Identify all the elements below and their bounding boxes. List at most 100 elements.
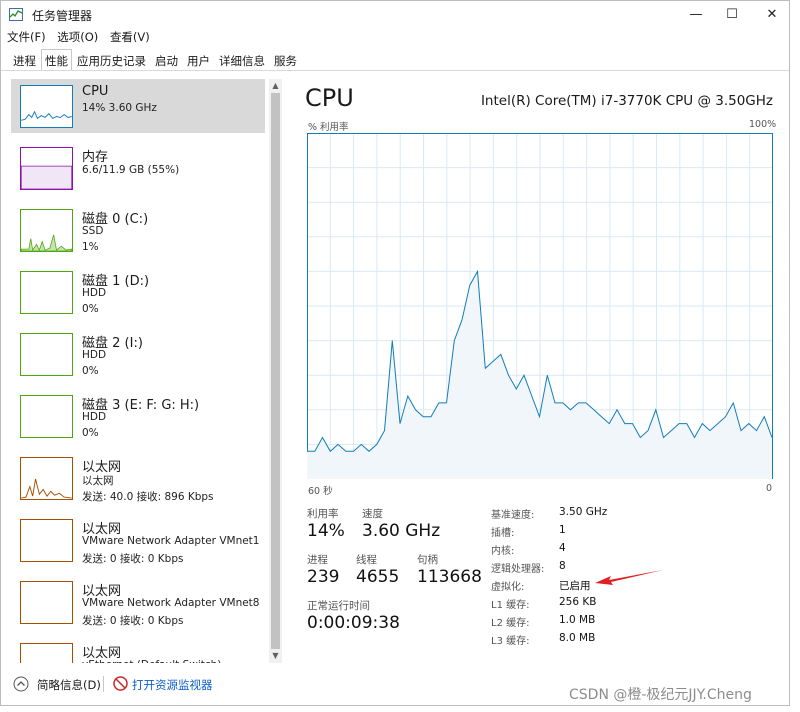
sidebar-item[interactable]: CPU 14% 3.60 GHz: [11, 79, 265, 133]
tab-startup[interactable]: 启动: [151, 49, 182, 71]
tab-services[interactable]: 服务: [270, 49, 301, 71]
spec-value: 1.0 MB: [559, 614, 596, 626]
tab-performance[interactable]: 性能: [41, 49, 72, 71]
sidebar-item-detail: HDD: [82, 349, 107, 361]
speed-value: 3.60 GHz: [362, 521, 441, 541]
cpu-model: Intel(R) Core(TM) i7-3770K CPU @ 3.50GHz: [480, 93, 773, 109]
util-label: 利用率: [307, 508, 339, 520]
tab-divider: [1, 70, 789, 71]
resource-monitor-icon: [113, 676, 128, 691]
sidebar-scrollbar[interactable]: ▲ ▼: [269, 79, 282, 663]
sidebar-item-detail: HDD: [82, 287, 107, 299]
tab-app-history[interactable]: 应用历史记录: [73, 49, 150, 71]
sidebar-item-subdetail: 0%: [82, 365, 99, 377]
spec-value: 1: [559, 524, 566, 536]
sidebar-item[interactable]: 以太网 VMware Network Adapter VMnet1 发送: 0 接收…: [11, 513, 265, 567]
tab-bar: 进程 性能 应用历史记录 启动 用户 详细信息 服务: [9, 49, 302, 71]
menu-file[interactable]: 文件(F): [7, 30, 46, 44]
spec-label: L3 缓存:: [491, 636, 530, 647]
cpu-title: CPU: [305, 84, 354, 112]
spec-value: 已启用: [559, 580, 591, 592]
processes-label: 进程: [307, 554, 328, 566]
menu-bar: 文件(F) 选项(O) 查看(V): [7, 29, 158, 49]
window-title: 任务管理器: [32, 9, 93, 23]
sidebar-item-detail: 6.6/11.9 GB (55%): [82, 164, 180, 176]
sidebar-item-subdetail: 1%: [82, 241, 99, 253]
footer-divider: [103, 676, 104, 692]
sidebar-thumbnail-graph: [20, 519, 73, 562]
spec-value: 3.50 GHz: [559, 506, 608, 518]
close-button[interactable]: ✕: [749, 1, 795, 29]
tab-details[interactable]: 详细信息: [215, 49, 269, 71]
graph-label-max: 100%: [749, 119, 777, 130]
sidebar-item[interactable]: 磁盘 0 (C:) SSD 1%: [11, 203, 265, 257]
tab-processes[interactable]: 进程: [9, 49, 40, 71]
sidebar-item-detail: VMware Network Adapter VMnet1: [82, 535, 260, 547]
scroll-down-arrow-icon[interactable]: ▼: [271, 651, 280, 660]
handles-value: 113668: [417, 567, 482, 587]
sidebar-item-subdetail: 0%: [82, 303, 99, 315]
threads-label: 线程: [356, 554, 377, 566]
sidebar-item-detail: SSD: [82, 225, 104, 237]
sidebar-item[interactable]: 磁盘 3 (E: F: G: H:) HDD 0%: [11, 389, 265, 443]
sidebar-item[interactable]: 以太网 VMware Network Adapter VMnet8 发送: 0 接收…: [11, 575, 265, 629]
sidebar-item-name: CPU: [82, 84, 109, 99]
sidebar-item-detail: HDD: [82, 411, 107, 423]
scrollbar-thumb[interactable]: [271, 93, 280, 649]
sidebar-item[interactable]: 磁盘 2 (I:) HDD 0%: [11, 327, 265, 381]
spec-value: 8: [559, 560, 566, 572]
sidebar-item-detail: 14% 3.60 GHz: [82, 102, 157, 114]
sidebar-thumbnail-graph: [20, 271, 73, 314]
chevron-up-icon[interactable]: [13, 676, 29, 692]
spec-label: 插槽:: [491, 528, 515, 539]
sidebar-item-subdetail: 发送: 0 接收: 0 Kbps: [82, 615, 184, 627]
menu-view[interactable]: 查看(V): [110, 30, 150, 44]
red-arrow-annotation: [595, 570, 663, 585]
sidebar-item-detail: vEthernet (Default Switch): [82, 659, 221, 663]
sidebar-thumbnail-graph: [20, 395, 73, 438]
resource-list: CPU 14% 3.60 GHz 内存 6.6/11.9 GB (55%) 磁盘 0 (…: [11, 79, 265, 663]
spec-value: 8.0 MB: [559, 632, 596, 644]
processes-value: 239: [307, 567, 340, 587]
sidebar-thumbnail-graph: [20, 643, 73, 663]
uptime-value: 0:00:09:38: [307, 613, 400, 633]
graph-axis-right: 0: [766, 483, 773, 494]
open-resource-monitor-link[interactable]: 打开资源监视器: [132, 677, 213, 693]
spec-value: 4: [559, 542, 566, 554]
spec-label: 内核:: [491, 546, 515, 557]
sidebar-item-name: 内存: [82, 150, 109, 165]
tab-users[interactable]: 用户: [183, 49, 214, 71]
sidebar-item-subdetail: 发送: 40.0 接收: 896 Kbps: [82, 491, 214, 503]
spec-value: 256 KB: [559, 596, 597, 608]
sidebar-item[interactable]: 磁盘 1 (D:) HDD 0%: [11, 265, 265, 319]
sidebar-item-detail: VMware Network Adapter VMnet8: [82, 597, 260, 609]
sidebar-item-subdetail: 发送: 0 接收: 0 Kbps: [82, 553, 184, 565]
sidebar-item[interactable]: 内存 6.6/11.9 GB (55%): [11, 141, 265, 195]
title-bar: 任务管理器 — ☐ ✕: [1, 1, 789, 29]
cpu-usage-graph: [307, 133, 773, 479]
sidebar-item-detail: 以太网: [82, 475, 114, 487]
sidebar-thumbnail-graph: [20, 209, 73, 252]
sidebar-item-subdetail: 0%: [82, 427, 99, 439]
fewer-details-link[interactable]: 简略信息(D): [37, 677, 101, 693]
sidebar-thumbnail-graph: [20, 581, 73, 624]
threads-value: 4655: [356, 567, 400, 587]
sidebar-thumbnail-graph: [20, 457, 73, 500]
sidebar-item[interactable]: 以太网vEthernet (Default Switch)发送: 0 接收: 0…: [11, 637, 265, 663]
sidebar-item[interactable]: 以太网 以太网 发送: 40.0 接收: 896 Kbps: [11, 451, 265, 505]
menu-options[interactable]: 选项(O): [57, 30, 98, 44]
uptime-label: 正常运行时间: [307, 600, 370, 612]
spec-label: 虚拟化:: [491, 582, 525, 593]
sidebar-thumbnail-graph: [20, 147, 73, 190]
sidebar-thumbnail-graph: [20, 85, 73, 128]
spec-label: L2 缓存:: [491, 618, 530, 629]
spec-label: 基准速度:: [491, 510, 535, 521]
graph-label-utilization: % 利用率: [308, 122, 349, 133]
csdn-watermark: CSDN @橙-极纪元JJY.Cheng: [569, 687, 752, 703]
task-manager-window: 任务管理器 — ☐ ✕ 文件(F) 选项(O) 查看(V) 进程 性能 应用历史…: [0, 0, 790, 706]
spec-label: 逻辑处理器:: [491, 564, 545, 575]
speed-label: 速度: [362, 508, 383, 520]
scroll-up-arrow-icon[interactable]: ▲: [271, 81, 280, 90]
sidebar-thumbnail-graph: [20, 333, 73, 376]
handles-label: 句柄: [417, 554, 438, 566]
